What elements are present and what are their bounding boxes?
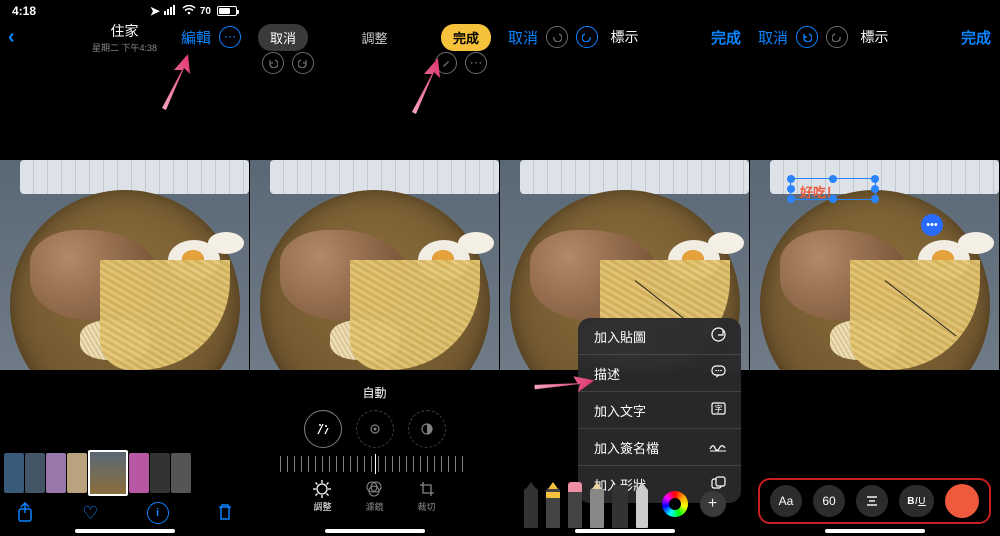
home-indicator[interactable] [75,529,175,533]
markup-button[interactable] [435,52,457,74]
style-button[interactable]: BIU [899,485,934,517]
mode-crop[interactable]: 裁切 [418,480,436,513]
photo-preview[interactable] [0,160,249,370]
thumbnail[interactable] [46,453,66,493]
share-button[interactable] [16,502,34,525]
font-button[interactable]: Aa [770,485,802,517]
adjust-auto[interactable] [304,410,342,448]
thumbnail[interactable] [171,453,191,493]
home-indicator[interactable] [325,529,425,533]
undo-button[interactable] [262,52,284,74]
favorite-button[interactable]: ♡ [82,503,98,524]
size-button[interactable]: 60 [813,485,845,517]
edit-button[interactable]: 編輯 [181,27,211,48]
status-time: 4:18 [12,4,36,18]
highlighter-tool[interactable] [568,482,582,528]
panel-markup-menu: 取消 標示 完成 加入貼圖 描述 [500,0,750,536]
add-button[interactable]: + [700,491,726,517]
mode-filter[interactable]: 濾鏡 [365,480,383,513]
adjust-slider[interactable] [280,456,469,472]
menu-add-sticker[interactable]: 加入貼圖 [578,318,741,355]
menu-add-signature[interactable]: 加入簽名檔 [578,429,741,466]
marker-tool[interactable] [546,488,560,528]
undo-button[interactable] [796,26,818,48]
undo-button[interactable] [546,26,568,48]
back-button[interactable]: ‹ [8,26,15,49]
text-color-button[interactable] [945,484,979,518]
photo-preview[interactable]: 好吃！ ••• [750,160,999,370]
thumbnail[interactable] [150,453,170,493]
mode-adjust[interactable]: 調整 [313,480,331,513]
panel-photo-viewer: 4:18 ➤ 70 ‹ 住家 星期二 下午4:38 編輯 ⋯ [0,0,250,536]
cancel-button[interactable]: 取消 [758,27,788,48]
thumbnail-strip[interactable] [0,450,249,496]
sticker-icon [709,327,727,345]
menu-describe[interactable]: 描述 [578,355,741,392]
redo-button[interactable] [576,26,598,48]
home-indicator[interactable] [825,529,925,533]
text-icon: 字 [709,402,727,418]
thumbnail[interactable] [129,453,149,493]
auto-label: 自動 [250,384,499,401]
photo-preview[interactable] [250,160,499,370]
delete-button[interactable] [217,503,233,524]
markup-toolbar: + [500,480,749,528]
info-button[interactable]: i [147,502,169,524]
cancel-button[interactable]: 取消 [508,27,538,48]
thumbnail-selected[interactable] [88,450,128,496]
annotation-arrow [158,52,194,112]
pencil-tool[interactable] [590,488,604,528]
battery-icon [217,6,237,16]
text-format-toolbar: Aa 60 BIU [758,478,991,524]
align-button[interactable] [856,485,888,517]
battery-pct: 70 [200,6,211,17]
redo-button[interactable] [826,26,848,48]
eraser-tool[interactable] [612,488,628,528]
ruler-tool[interactable] [636,488,648,528]
wifi-icon [182,4,196,18]
svg-text:字: 字 [714,404,722,414]
adjust-brilliance[interactable] [408,410,446,448]
adjust-exposure[interactable] [356,410,394,448]
status-bar: 4:18 ➤ 70 [0,0,249,18]
panel-edit-adjust: 取消 調整 完成 ⋯ 自動 [250,0,500,536]
more-button[interactable]: ⋯ [219,26,241,48]
color-picker[interactable] [662,491,688,517]
inserted-text[interactable]: 好吃！ [800,182,839,201]
more-button[interactable]: ⋯ [465,52,487,74]
describe-icon [709,365,727,382]
text-options-bubble[interactable]: ••• [921,214,943,236]
redo-button[interactable] [292,52,314,74]
panel-markup-text: 取消 標示 完成 [750,0,1000,536]
signal-icon [164,4,178,18]
menu-add-text[interactable]: 加入文字 字 [578,392,741,429]
cancel-button[interactable]: 取消 [258,24,308,51]
signature-icon [709,440,727,455]
pen-tool[interactable] [524,488,538,528]
thumbnail[interactable] [4,453,24,493]
thumbnail[interactable] [67,453,87,493]
thumbnail[interactable] [25,453,45,493]
done-button[interactable]: 完成 [711,27,741,48]
location-icon: ➤ [150,4,160,18]
done-button[interactable]: 完成 [441,24,491,51]
add-menu-popup: 加入貼圖 描述 加入文字 字 加入簽名檔 加入形狀 [578,318,741,503]
done-button[interactable]: 完成 [961,27,991,48]
home-indicator[interactable] [575,529,675,533]
